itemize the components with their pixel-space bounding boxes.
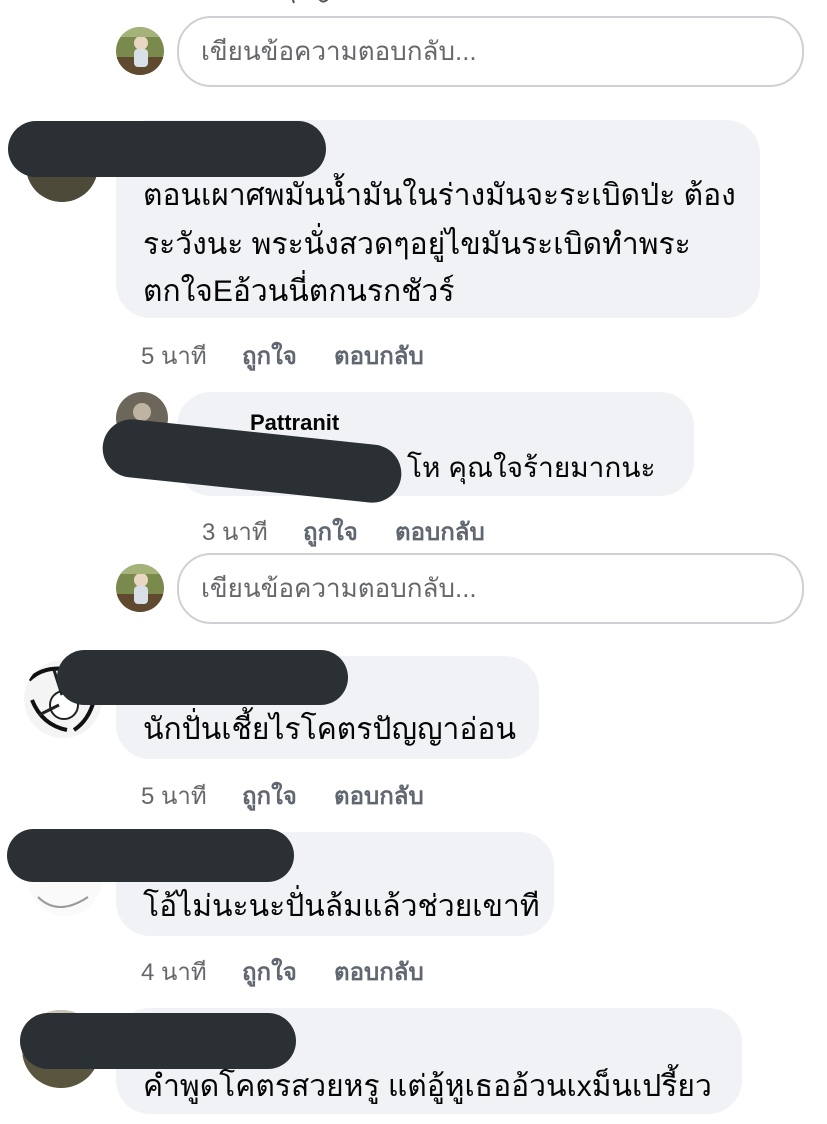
comment-text: คำพูดโคตรสวยหรู แต่อู้หูเธออ้วนเxม็นเปรี… xyxy=(143,1070,712,1103)
reply-link[interactable]: ตอบกลับ xyxy=(334,336,424,375)
reply-input-placeholder: เขียนข้อความตอบกลับ... xyxy=(201,573,477,603)
reply-input[interactable]: เขียนข้อความตอบกลับ... xyxy=(177,16,804,87)
comment-meta: 5 นาที ถูกใจ ตอบกลับ xyxy=(141,336,461,370)
reply-meta: 3 นาที ถูกใจ ตอบกลับ xyxy=(202,512,522,546)
reply-link[interactable]: ตอบกลับ xyxy=(334,952,424,991)
like-link[interactable]: ถูกใจ xyxy=(242,336,297,375)
reply-input-placeholder: เขียนข้อความตอบกลับ... xyxy=(201,36,477,66)
redacted-author-name xyxy=(57,650,348,705)
reply-input[interactable]: เขียนข้อความตอบกลับ... xyxy=(177,553,804,624)
reply-link[interactable]: ตอบกลับ xyxy=(395,512,485,551)
comment-time: 4 นาที xyxy=(141,959,207,986)
redacted-author-name xyxy=(7,829,294,882)
user-avatar[interactable] xyxy=(116,27,164,75)
avatar-photo-icon xyxy=(116,27,164,75)
like-link[interactable]: ถูกใจ xyxy=(242,776,297,815)
clipped-glyph-icon xyxy=(291,0,329,4)
comment-text-line: ตกใจEอ้วนนี่ตกนรกชัวร์ xyxy=(143,275,455,308)
comment-meta: 5 นาที ถูกใจ ตอบกลับ xyxy=(141,776,461,810)
clipped-text-remnant xyxy=(290,0,350,4)
comment-time: 5 นาที xyxy=(141,783,207,810)
comment-meta: 4 นาที ถูกใจ ตอบกลับ xyxy=(141,952,461,986)
comment-time: 5 นาที xyxy=(141,343,207,370)
comment-text: นักปั่นเชี้ยไรโคตรปัญญาอ่อน xyxy=(143,713,516,746)
like-link[interactable]: ถูกใจ xyxy=(303,512,358,551)
reply-text: โห คุณใจร้ายมากนะ xyxy=(407,452,656,483)
reply-time: 3 นาที xyxy=(202,519,268,546)
user-avatar[interactable] xyxy=(116,564,164,612)
comment-text-line: ระวังนะ พระนั่งสวดๆอยู่ไขมันระเบิดทำพระ xyxy=(143,228,691,261)
reply-link[interactable]: ตอบกลับ xyxy=(334,776,424,815)
like-link[interactable]: ถูกใจ xyxy=(242,952,297,991)
avatar-photo-icon xyxy=(116,564,164,612)
comment-text: โอ้ไม่นะนะปั่นล้มแล้วช่วยเขาที xyxy=(143,890,540,923)
comment-text-line: ตอนเผาศพมันน้ำมันในร่างมันจะระเบิดป่ะ ต้… xyxy=(143,179,736,212)
